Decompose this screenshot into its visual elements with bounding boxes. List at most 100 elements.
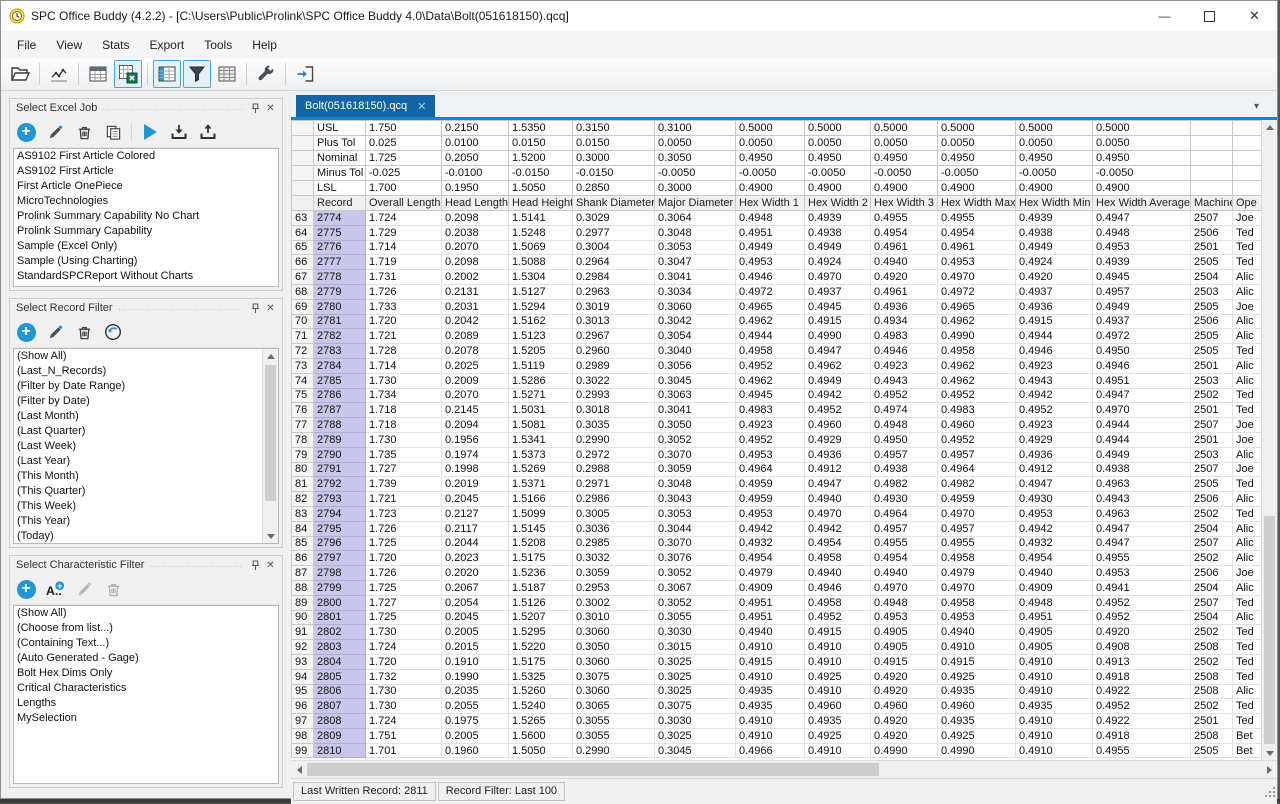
spec-value-cell[interactable]: 0.0050 [736, 136, 805, 151]
value-cell[interactable]: 0.4920 [871, 728, 938, 743]
column-header-ope[interactable]: Ope [1233, 196, 1265, 211]
value-cell[interactable]: 1.5126 [509, 595, 573, 610]
value-cell[interactable]: 0.4952 [736, 432, 805, 447]
value-cell[interactable]: 0.4953 [1093, 566, 1191, 581]
value-cell[interactable]: 0.3036 [573, 521, 655, 536]
exit-icon[interactable] [291, 60, 319, 88]
value-cell[interactable]: Ted [1233, 625, 1265, 640]
value-cell[interactable]: 0.4960 [805, 418, 871, 433]
value-cell[interactable]: 2506 [1191, 566, 1233, 581]
value-cell[interactable]: 0.2989 [573, 358, 655, 373]
value-cell[interactable]: Ted [1233, 240, 1265, 255]
value-cell[interactable]: 0.4963 [1093, 506, 1191, 521]
list-item[interactable]: (Last Week) [14, 439, 278, 454]
value-cell[interactable]: 0.2131 [442, 284, 509, 299]
value-cell[interactable]: 0.4946 [736, 270, 805, 285]
column-header-record[interactable]: Record [314, 196, 366, 211]
value-cell[interactable]: 1.730 [366, 684, 442, 699]
value-cell[interactable]: 0.4954 [871, 225, 938, 240]
value-cell[interactable]: 0.4972 [736, 284, 805, 299]
list-item[interactable]: (Show All) [14, 349, 278, 364]
value-cell[interactable]: 1.5286 [509, 373, 573, 388]
value-cell[interactable]: 0.4958 [805, 595, 871, 610]
value-cell[interactable]: 1.5371 [509, 477, 573, 492]
value-cell[interactable]: 0.2020 [442, 566, 509, 581]
value-cell[interactable]: 0.4972 [1093, 329, 1191, 344]
value-cell[interactable]: 1.5325 [509, 669, 573, 684]
value-cell[interactable]: 1.5166 [509, 492, 573, 507]
value-cell[interactable]: 1.727 [366, 595, 442, 610]
row-number-cell[interactable]: 97 [292, 714, 314, 729]
scroll-right-icon[interactable] [1261, 761, 1277, 778]
value-cell[interactable]: 0.4924 [805, 255, 871, 270]
list-item[interactable]: (Show All) [14, 606, 278, 621]
add-icon[interactable]: + [15, 321, 37, 343]
list-item[interactable]: (This Week) [14, 499, 278, 514]
value-cell[interactable]: 0.4947 [1093, 536, 1191, 551]
value-cell[interactable]: Alic [1233, 314, 1265, 329]
value-cell[interactable]: 1.721 [366, 492, 442, 507]
record-cell[interactable]: 2797 [314, 551, 366, 566]
value-cell[interactable]: 0.4920 [1093, 625, 1191, 640]
value-cell[interactable]: 0.4990 [871, 743, 938, 758]
value-cell[interactable]: 0.2990 [573, 432, 655, 447]
value-cell[interactable]: 0.3055 [573, 728, 655, 743]
value-cell[interactable]: 1.724 [366, 211, 442, 226]
spec-value-cell[interactable]: 0.4900 [736, 181, 805, 196]
value-cell[interactable]: 0.4966 [736, 743, 805, 758]
spec-value-cell[interactable]: 0.2050 [442, 151, 509, 166]
value-cell[interactable]: 0.4957 [1093, 284, 1191, 299]
column-header-head-length[interactable]: Head Length [442, 196, 509, 211]
value-cell[interactable]: 0.3076 [655, 551, 736, 566]
column-header-hex-width-2[interactable]: Hex Width 2 [805, 196, 871, 211]
value-cell[interactable]: 0.4940 [736, 625, 805, 640]
value-cell[interactable]: 0.2009 [442, 373, 509, 388]
value-cell[interactable]: 0.4910 [1016, 714, 1093, 729]
spec-value-cell[interactable] [1233, 121, 1265, 136]
spec-value-cell[interactable]: -0.025 [366, 166, 442, 181]
value-cell[interactable]: 0.3025 [655, 669, 736, 684]
row-number-cell[interactable]: 73 [292, 358, 314, 373]
value-cell[interactable]: 0.4954 [871, 551, 938, 566]
value-cell[interactable]: 0.3004 [573, 240, 655, 255]
value-cell[interactable]: 0.4953 [871, 610, 938, 625]
grid-vertical-scrollbar[interactable] [1261, 120, 1277, 760]
spec-value-cell[interactable]: 0.4900 [871, 181, 938, 196]
spec-value-cell[interactable] [1191, 166, 1233, 181]
value-cell[interactable]: 0.4932 [736, 536, 805, 551]
excel-export-icon[interactable] [114, 60, 142, 88]
value-cell[interactable]: 1.728 [366, 344, 442, 359]
run-chart-icon[interactable] [45, 60, 73, 88]
value-cell[interactable]: 2503 [1191, 284, 1233, 299]
value-cell[interactable]: 1.5271 [509, 388, 573, 403]
value-cell[interactable]: 0.3050 [655, 418, 736, 433]
value-cell[interactable]: 0.4958 [938, 551, 1016, 566]
value-cell[interactable]: 0.4905 [1016, 640, 1093, 655]
value-cell[interactable]: 0.4923 [871, 358, 938, 373]
value-cell[interactable]: 1.5373 [509, 447, 573, 462]
value-cell[interactable]: 2505 [1191, 477, 1233, 492]
value-cell[interactable]: Ted [1233, 506, 1265, 521]
value-cell[interactable]: 0.4913 [1093, 654, 1191, 669]
value-cell[interactable]: 0.3055 [573, 714, 655, 729]
value-cell[interactable]: 0.4910 [736, 640, 805, 655]
value-cell[interactable]: 2504 [1191, 521, 1233, 536]
tab-close-icon[interactable]: ✕ [417, 100, 426, 113]
value-cell[interactable]: Joe [1233, 418, 1265, 433]
value-cell[interactable]: 0.4953 [736, 255, 805, 270]
value-cell[interactable]: 0.3052 [655, 432, 736, 447]
value-cell[interactable]: 0.2015 [442, 640, 509, 655]
record-cell[interactable]: 2788 [314, 418, 366, 433]
value-cell[interactable]: 0.2985 [573, 536, 655, 551]
record-cell[interactable]: 2784 [314, 358, 366, 373]
value-cell[interactable]: 0.4960 [938, 418, 1016, 433]
spec-value-cell[interactable]: 0.0050 [871, 136, 938, 151]
value-cell[interactable]: 0.4918 [1093, 728, 1191, 743]
value-cell[interactable]: 0.2089 [442, 329, 509, 344]
value-cell[interactable]: 0.2964 [573, 255, 655, 270]
value-cell[interactable]: 0.4970 [805, 506, 871, 521]
value-cell[interactable]: 0.3070 [655, 447, 736, 462]
value-cell[interactable]: 0.4955 [938, 536, 1016, 551]
value-cell[interactable]: 0.3053 [655, 240, 736, 255]
value-cell[interactable]: 1.720 [366, 654, 442, 669]
